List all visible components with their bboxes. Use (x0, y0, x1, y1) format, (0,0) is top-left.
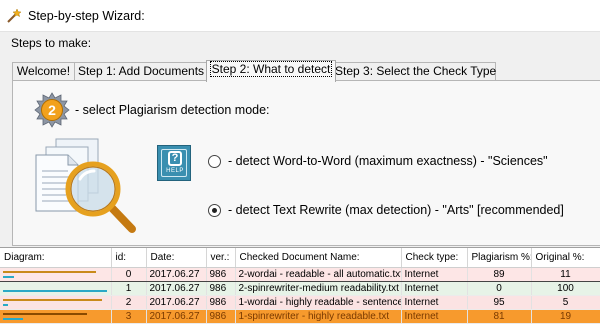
check-type-cell: Internet (401, 309, 468, 324)
id-cell: 1 (111, 281, 147, 296)
col-header-document-name[interactable]: Checked Document Name: (235, 248, 402, 268)
word-to-word-label[interactable]: - detect Word-to-Word (maximum exactness… (228, 154, 548, 168)
results-grid[interactable]: Diagram: id: Date: ver.: Checked Documen… (0, 247, 600, 327)
col-header-original[interactable]: Original %: (531, 248, 600, 268)
document-name-cell: 2-spinrewriter-medium readability.txt (235, 281, 402, 296)
id-cell: 3 (111, 309, 147, 324)
document-name-cell: 2-wordai - readable - all automatic.txt (235, 266, 402, 282)
plagiarism-cell: 0 (467, 281, 532, 296)
plagiarism-bar (3, 270, 96, 273)
plagiarism-bar (3, 312, 87, 315)
col-header-id[interactable]: id: (111, 248, 147, 268)
title-bar: Step-by-step Wizard: (0, 0, 600, 32)
document-search-illustration (35, 138, 136, 233)
table-row[interactable]: 3 2017.06.27 986 1-spinrewriter - highly re… (0, 309, 600, 324)
date-cell: 2017.06.27 (146, 266, 207, 282)
version-cell: 986 (206, 281, 236, 296)
date-cell: 2017.06.27 (146, 309, 207, 324)
date-cell: 2017.06.27 (146, 295, 207, 310)
original-bar (3, 289, 107, 292)
original-bar (3, 317, 23, 320)
version-cell: 986 (206, 266, 236, 282)
window-title: Step-by-step Wizard: (28, 9, 145, 23)
tab-welcome[interactable]: Welcome! (12, 62, 75, 81)
document-name-cell: 1-spinrewriter - highly readable.txt (235, 309, 402, 324)
col-header-date[interactable]: Date: (146, 248, 207, 268)
id-cell: 0 (111, 266, 147, 282)
table-row[interactable]: 1 2017.06.27 986 2-spinrewriter-medium read… (0, 281, 600, 296)
check-type-cell: Internet (401, 281, 468, 296)
check-type-cell: Internet (401, 266, 468, 282)
diagram-cell (0, 309, 112, 324)
word-to-word-radio[interactable] (208, 155, 221, 168)
text-rewrite-radio[interactable] (208, 204, 221, 217)
diagram-cell (0, 295, 112, 310)
text-rewrite-label[interactable]: - detect Text Rewrite (max detection) - … (228, 203, 564, 217)
col-header-plagiarism[interactable]: Plagiarism %: (467, 248, 532, 268)
wizard-icon (7, 8, 22, 23)
original-bar (3, 275, 14, 278)
tab-select-check-type[interactable]: Step 3: Select the Check Type (334, 62, 496, 81)
col-header-check-type[interactable]: Check type: (401, 248, 468, 268)
check-type-cell: Internet (401, 295, 468, 310)
steps-group-label: Steps to make: (11, 36, 92, 50)
plagiarism-cell: 81 (467, 309, 532, 324)
diagram-cell (0, 281, 112, 296)
original-cell: 5 (531, 295, 600, 310)
version-cell: 986 (206, 309, 236, 324)
version-cell: 986 (206, 295, 236, 310)
plagiarism-bar (3, 298, 102, 301)
col-header-version[interactable]: ver.: (206, 248, 236, 268)
step-number-badge: 2 (34, 92, 70, 128)
id-cell: 2 (111, 295, 147, 310)
tab-add-documents[interactable]: Step 1: Add Documents (74, 62, 208, 81)
svg-text:2: 2 (48, 102, 56, 118)
table-header-row: Diagram: id: Date: ver.: Checked Documen… (0, 248, 600, 268)
original-cell: 19 (531, 309, 600, 324)
plagiarism-cell: 95 (467, 295, 532, 310)
document-name-cell: 1-wordai - highly readable - sentence... (235, 295, 402, 310)
table-row[interactable]: 2 2017.06.27 986 1-wordai - highly readable… (0, 295, 600, 310)
col-header-diagram[interactable]: Diagram: (0, 248, 112, 268)
date-cell: 2017.06.27 (146, 281, 207, 296)
detection-mode-label: - select Plagiarism detection mode: (75, 103, 270, 117)
original-bar (3, 303, 8, 306)
plagiarism-cell: 89 (467, 266, 532, 282)
original-cell: 100 (531, 281, 600, 296)
help-icon[interactable]: ? HELP (157, 145, 191, 181)
original-cell: 11 (531, 266, 600, 282)
table-row[interactable]: 0 2017.06.27 986 2-wordai - readable - all … (0, 266, 600, 282)
tab-what-to-detect[interactable]: Step 2: What to detect (206, 60, 336, 82)
diagram-cell (0, 266, 112, 282)
